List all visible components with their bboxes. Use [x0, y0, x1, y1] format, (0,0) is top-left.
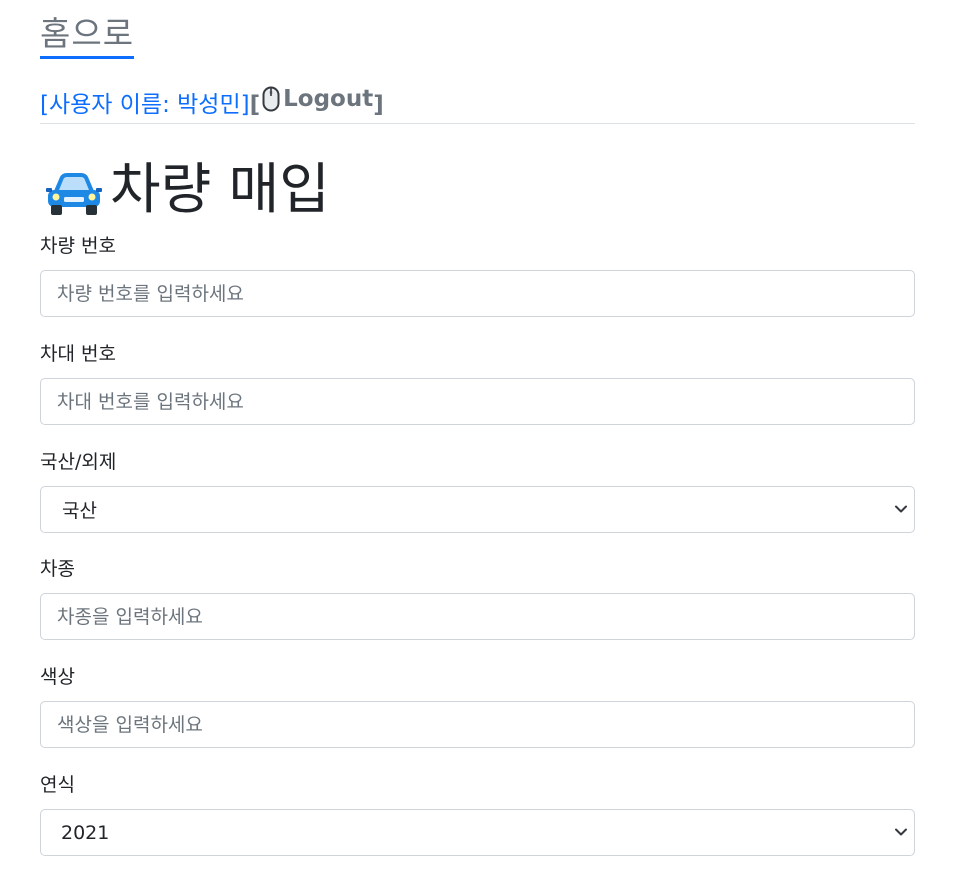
chassis-number-field: 차대 번호	[40, 342, 915, 425]
model-field: 차종	[40, 557, 915, 640]
automobile-icon	[46, 173, 102, 215]
logout-open-bracket: [	[249, 92, 261, 118]
car-number-input[interactable]	[40, 270, 915, 317]
car-number-label: 차량 번호	[40, 235, 116, 257]
year-selected-value: 2021	[61, 821, 110, 844]
chevron-down-icon	[895, 828, 907, 836]
model-input[interactable]	[40, 593, 915, 640]
chassis-number-label: 차대 번호	[40, 343, 116, 365]
page-title: 차량 매입	[44, 155, 330, 223]
year-field: 연식 2021	[40, 773, 915, 856]
origin-selected-value: 국산	[62, 500, 97, 522]
year-label: 연식	[40, 774, 75, 796]
chevron-down-icon	[895, 505, 907, 513]
color-label: 색상	[40, 666, 75, 688]
color-field: 색상	[40, 665, 915, 748]
user-name-link[interactable]: [사용자 이름: 박성민]	[40, 92, 250, 118]
year-select[interactable]: 2021	[40, 809, 915, 856]
page-title-text: 차량 매입	[110, 157, 330, 221]
header-divider	[40, 123, 915, 124]
computer-mouse-icon	[262, 86, 280, 112]
origin-label: 국산/외제	[40, 451, 117, 473]
chassis-number-input[interactable]	[40, 378, 915, 425]
origin-select[interactable]: 국산	[40, 486, 915, 533]
home-link[interactable]: 홈으로	[40, 14, 135, 59]
car-number-field: 차량 번호	[40, 234, 915, 317]
logout-label: Logout	[283, 86, 374, 112]
model-label: 차종	[40, 558, 75, 580]
logout-close-bracket: ]	[373, 92, 384, 118]
logout-link[interactable]: Logout	[260, 84, 373, 114]
origin-field: 국산/외제 국산	[40, 450, 915, 533]
user-bar: [사용자 이름: 박성민][ Logout]	[40, 84, 384, 120]
color-input[interactable]	[40, 701, 915, 748]
